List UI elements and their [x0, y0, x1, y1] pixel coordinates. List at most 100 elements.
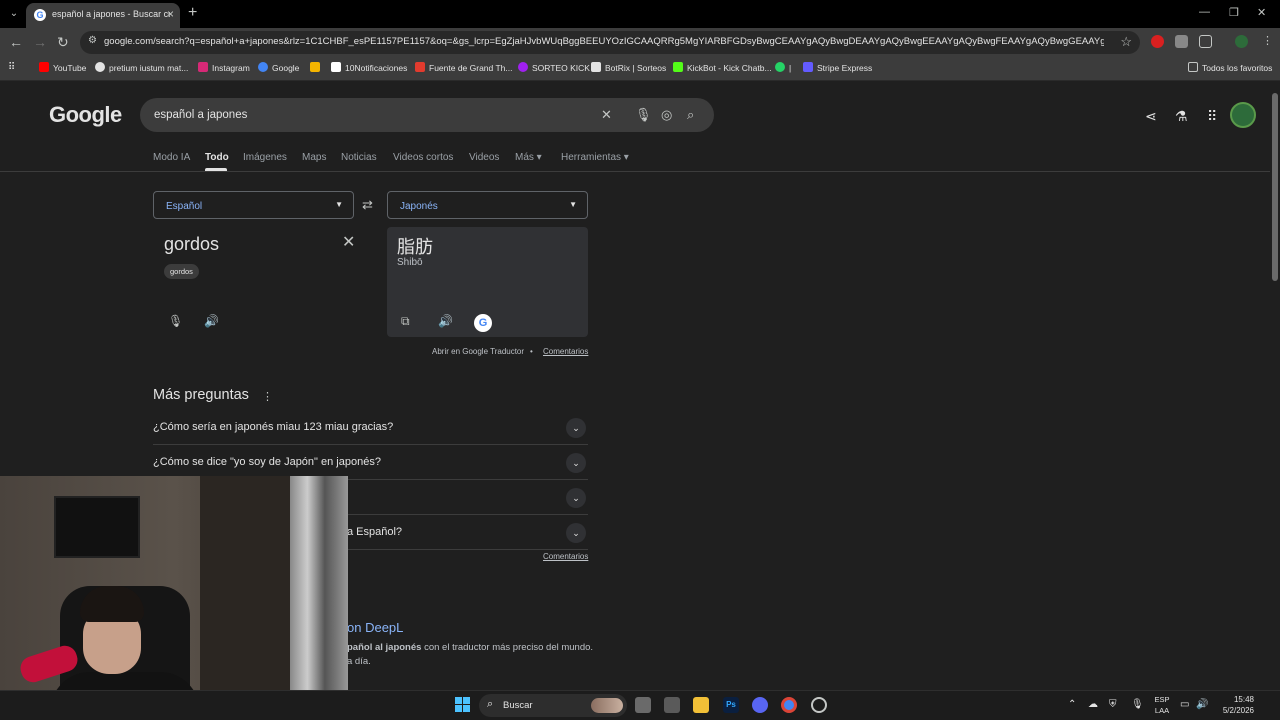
- bookmark-stripe[interactable]: Stripe Express: [803, 62, 872, 73]
- clear-source-icon[interactable]: ✕: [342, 232, 355, 252]
- task-view-icon[interactable]: [635, 697, 651, 713]
- clear-icon[interactable]: ✕: [601, 107, 612, 123]
- chrome-icon[interactable]: [781, 697, 797, 713]
- extension-red-icon[interactable]: [1151, 35, 1164, 48]
- site-info-icon[interactable]: ⚙: [88, 35, 97, 46]
- clock[interactable]: 15:48 5/2/2026: [1214, 694, 1254, 716]
- tab-noticias[interactable]: Noticias: [341, 152, 377, 163]
- bookmark-kickbot[interactable]: KickBot - Kick Chatb...: [673, 62, 772, 73]
- swap-languages-icon[interactable]: ⇄: [362, 197, 373, 213]
- tab-title: español a japones - Buscar con Google: [52, 9, 170, 19]
- bookmark-sorteo-kick[interactable]: SORTEO KICK: [518, 62, 590, 73]
- tray-shield-icon[interactable]: ⛨: [1109, 699, 1117, 710]
- copy-icon[interactable]: ⧉: [401, 314, 410, 329]
- more-options-icon[interactable]: ⋮: [262, 390, 273, 403]
- search-box[interactable]: español a japones ✕ 🎙 ◎ ⌕: [140, 98, 714, 132]
- paa-feedback-link[interactable]: Comentarios: [543, 552, 588, 561]
- tab-videos-cortos[interactable]: Videos cortos: [393, 152, 453, 163]
- discord-icon[interactable]: [752, 697, 768, 713]
- account-avatar[interactable]: [1230, 102, 1256, 128]
- webcam-hair: [80, 586, 144, 622]
- google-translate-icon[interactable]: G: [474, 314, 492, 332]
- bookmark-youtube[interactable]: YouTube: [39, 62, 86, 73]
- target-language-select[interactable]: Japonés ▼: [387, 191, 588, 219]
- lang-layout: LAA: [1154, 706, 1170, 715]
- bookmark-pretium[interactable]: pretium iustum mat...: [95, 62, 188, 73]
- bookmark-instagram[interactable]: Instagram: [198, 62, 250, 73]
- tray-mic-icon[interactable]: 🎙: [1131, 699, 1144, 710]
- taskbar-search[interactable]: ⌕ Buscar: [479, 694, 627, 717]
- chevron-down-icon: ⌄: [566, 453, 586, 473]
- share-icon[interactable]: ⋖: [1145, 108, 1157, 125]
- speaker-icon[interactable]: 🔊: [204, 314, 219, 328]
- tab-herramientas[interactable]: Herramientas ▾: [561, 152, 629, 163]
- reload-icon[interactable]: ↻: [57, 34, 69, 51]
- tab-modo-ia[interactable]: Modo IA: [153, 152, 190, 163]
- bookmark-star-icon[interactable]: ☆: [1120, 34, 1132, 50]
- minimize-icon[interactable]: —: [1199, 6, 1210, 18]
- tab-maps[interactable]: Maps: [302, 152, 326, 163]
- photoshop-icon[interactable]: Ps: [723, 697, 739, 713]
- microphone-icon[interactable]: 🎙: [168, 314, 183, 328]
- bookmark-pinwheel[interactable]: [310, 62, 324, 73]
- tab-todo[interactable]: Todo: [205, 152, 229, 163]
- tray-overflow-icon[interactable]: ⌃: [1068, 699, 1076, 710]
- page-scrollbar[interactable]: [1270, 81, 1280, 690]
- bookmark-fuente[interactable]: Fuente de Grand Th...: [415, 62, 512, 73]
- translator-feedback-link[interactable]: Comentarios: [543, 347, 588, 356]
- paa-heading: Más preguntas: [153, 387, 249, 403]
- windows-start-icon[interactable]: [455, 697, 471, 713]
- source-text-input[interactable]: gordos: [164, 234, 219, 255]
- bookmarks-bar: ⠿ YouTube pretium iustum mat... Instagra…: [0, 57, 1280, 81]
- speaker-icon[interactable]: 🔊: [438, 314, 453, 328]
- restore-icon[interactable]: ❐: [1229, 6, 1239, 19]
- new-tab-button[interactable]: +: [188, 4, 197, 22]
- tab-mas[interactable]: Más ▾: [515, 152, 542, 163]
- tab-imagenes[interactable]: Imágenes: [243, 152, 287, 163]
- scrollbar-thumb[interactable]: [1272, 93, 1278, 281]
- source-language-select[interactable]: Español ▼: [153, 191, 354, 219]
- bookmark-whatsapp[interactable]: |: [775, 62, 791, 73]
- forward-icon[interactable]: →: [33, 34, 47, 50]
- webcam-curtain: [290, 476, 348, 720]
- app-icon-2[interactable]: [811, 697, 827, 713]
- tab-close-icon[interactable]: ×: [167, 7, 174, 21]
- tab-videos[interactable]: Videos: [469, 152, 499, 163]
- search-input[interactable]: español a japones: [154, 109, 247, 121]
- chrome-menu-icon[interactable]: ⋮: [1261, 35, 1274, 48]
- browser-tab[interactable]: G español a japones - Buscar con Google …: [26, 3, 180, 28]
- tray-cloud-icon[interactable]: ☁: [1088, 699, 1098, 710]
- tab-search-icon[interactable]: ⌄: [6, 6, 22, 22]
- paa-question[interactable]: ¿Cómo sería en japonés miau 123 miau gra…: [153, 410, 588, 445]
- all-bookmarks[interactable]: Todos los favoritos: [1188, 62, 1272, 73]
- open-google-translate-link[interactable]: Abrir en Google Traductor: [432, 347, 524, 356]
- extensions-puzzle-icon[interactable]: [1199, 35, 1212, 48]
- app-icon[interactable]: [664, 697, 680, 713]
- file-explorer-icon[interactable]: [693, 697, 709, 713]
- bookmark-google[interactable]: Google: [258, 62, 299, 73]
- google-apps-icon[interactable]: ⠿: [1207, 108, 1217, 125]
- close-window-icon[interactable]: ✕: [1257, 6, 1266, 19]
- lang-code: ESP: [1154, 695, 1170, 704]
- lens-icon[interactable]: ◎: [661, 107, 672, 123]
- profile-avatar-icon[interactable]: [1235, 35, 1248, 48]
- keyboard-language[interactable]: ESP LAA: [1152, 694, 1172, 716]
- microphone-icon[interactable]: 🎙: [635, 107, 652, 123]
- bookmark-x[interactable]: 10Notificaciones: [331, 62, 407, 73]
- apps-grid-icon[interactable]: ⠿: [8, 62, 15, 73]
- volume-icon[interactable]: 🔊: [1196, 699, 1208, 710]
- bookmark-botrix[interactable]: BotRix | Sorteos: [591, 62, 666, 73]
- paa-question[interactable]: ¿Cómo se dice "yo soy de Japón" en japon…: [153, 445, 588, 480]
- back-icon[interactable]: ←: [9, 34, 23, 50]
- footer-separator: •: [530, 347, 533, 356]
- target-language-label: Japonés: [400, 201, 438, 212]
- address-bar[interactable]: ⚙ google.com/search?q=español+a+japones&…: [80, 31, 1140, 54]
- network-icon[interactable]: ▭: [1180, 699, 1189, 710]
- extension-gray-icon[interactable]: [1175, 35, 1188, 48]
- google-logo[interactable]: Google: [49, 102, 122, 128]
- result-title-link[interactable]: on DeepL: [347, 620, 403, 635]
- suggestion-chip[interactable]: gordos: [164, 264, 199, 279]
- labs-flask-icon[interactable]: ⚗: [1175, 108, 1188, 125]
- webcam-wardrobe: [200, 476, 295, 720]
- search-icon[interactable]: ⌕: [687, 107, 694, 123]
